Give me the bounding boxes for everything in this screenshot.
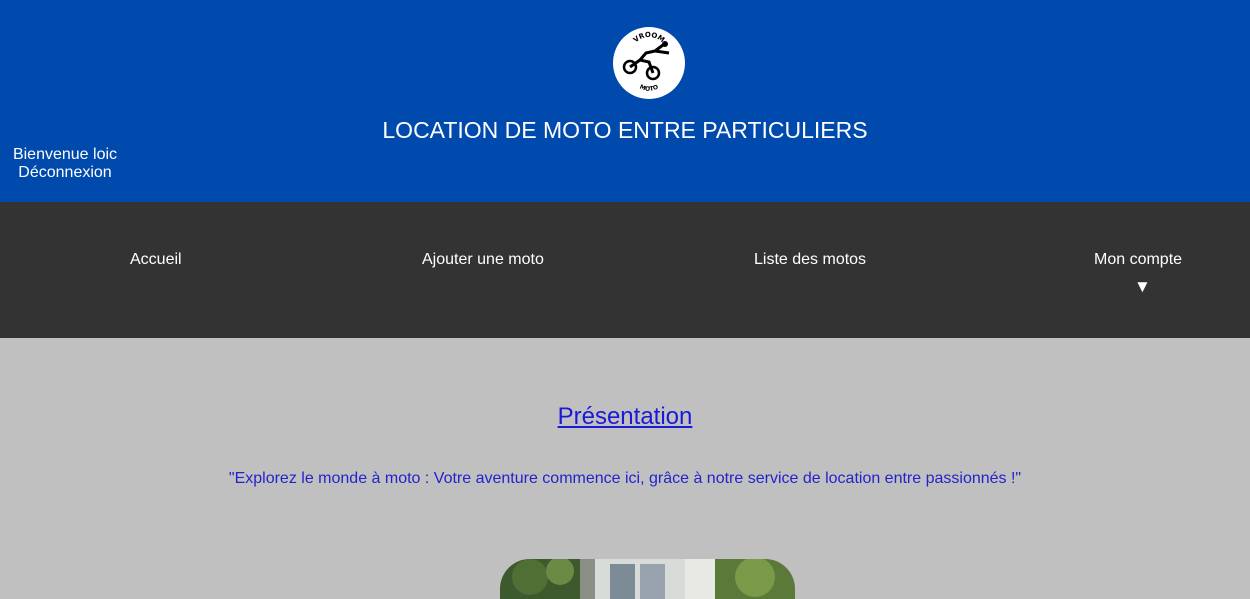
vroom-moto-logo[interactable]: VROOM MOTO [613, 27, 685, 99]
site-title: LOCATION DE MOTO ENTRE PARTICULIERS [382, 117, 868, 143]
logo-text-top: VROOM [632, 31, 666, 44]
welcome-text: Bienvenue loic [12, 146, 118, 163]
presentation-title[interactable]: Présentation [0, 403, 1250, 431]
nav-item-ajouter-moto[interactable]: Ajouter une moto [422, 251, 544, 269]
user-welcome: Bienvenue loic Déconnexion [0, 146, 130, 182]
motorbike-logo-icon: VROOM MOTO [622, 31, 670, 93]
svg-text:VROOM: VROOM [632, 31, 666, 44]
chevron-down-icon[interactable]: ▼ [1134, 277, 1151, 297]
presentation-quote: "Explorez le monde à moto : Votre aventu… [228, 470, 1022, 487]
nav-item-liste-motos[interactable]: Liste des motos [754, 251, 866, 269]
logo-text-bottom: MOTO [638, 84, 659, 93]
nav-item-mon-compte[interactable]: Mon compte [1094, 251, 1182, 269]
main-navigation [0, 202, 1250, 338]
presentation-photo [500, 559, 795, 599]
site-header: VROOM MOTO LOCATION DE MOTO ENTRE PARTIC… [0, 0, 1250, 202]
logout-link[interactable]: Déconnexion [0, 164, 130, 182]
svg-text:MOTO: MOTO [638, 84, 659, 93]
nav-item-accueil[interactable]: Accueil [130, 251, 182, 269]
